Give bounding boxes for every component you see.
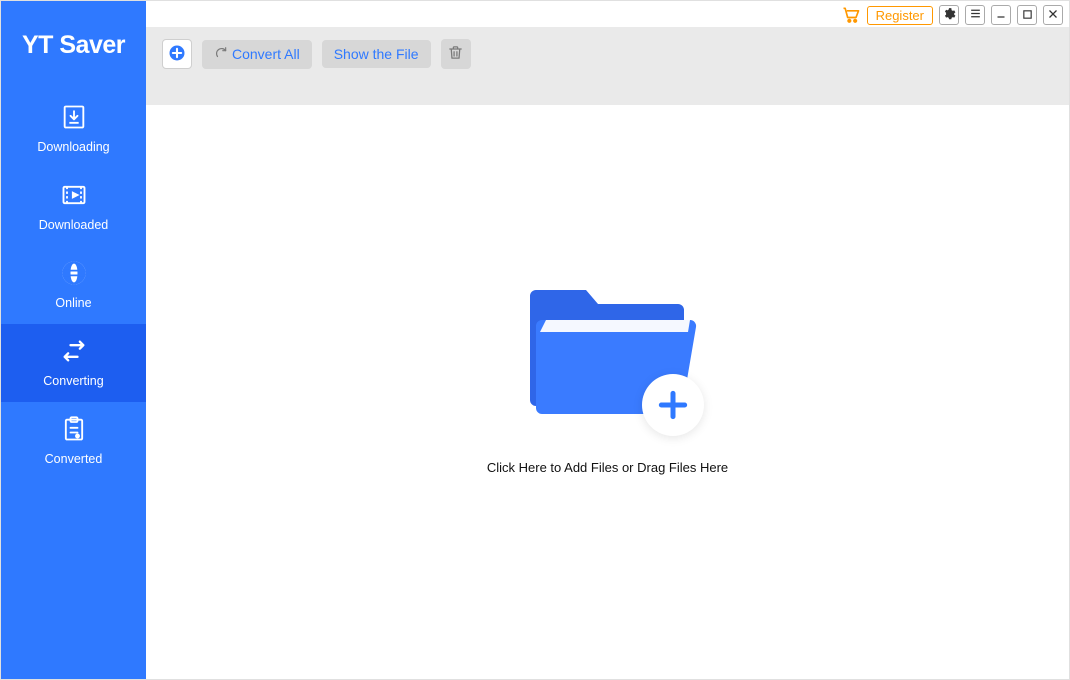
minimize-button[interactable] [991,5,1011,25]
close-button[interactable] [1043,5,1063,25]
show-file-button[interactable]: Show the File [322,40,431,68]
plus-icon [642,374,704,436]
sidebar-item-online[interactable]: Online [1,246,146,324]
settings-button[interactable] [939,5,959,25]
toolbar: Convert All Show the File [146,27,1069,105]
register-button[interactable]: Register [867,6,933,25]
sidebar-item-converted[interactable]: Converted [1,402,146,480]
clipboard-icon [59,414,89,444]
sidebar-item-label: Downloaded [39,218,109,232]
sidebar-item-converting[interactable]: Converting [1,324,146,402]
sidebar-item-label: Converting [43,374,103,388]
menu-icon [969,7,982,23]
sidebar-item-label: Downloading [37,140,109,154]
titlebar: Register [146,1,1069,27]
drop-zone-inner: Click Here to Add Files or Drag Files He… [487,270,728,475]
show-file-label: Show the File [334,46,419,62]
sidebar-item-label: Converted [45,452,103,466]
plus-circle-icon [167,43,187,66]
minimize-icon [995,8,1007,23]
drop-text: Click Here to Add Files or Drag Files He… [487,460,728,475]
video-icon [59,180,89,210]
globe-icon [59,258,89,288]
sidebar-item-downloaded[interactable]: Downloaded [1,168,146,246]
refresh-icon [214,46,228,63]
trash-button[interactable] [441,39,471,69]
folder-add-icon [518,270,698,430]
gear-icon [942,7,956,24]
cart-icon[interactable] [841,5,861,25]
sidebar-item-label: Online [55,296,91,310]
sidebar-items: Downloading Downloaded Online [1,90,146,480]
convert-all-button[interactable]: Convert All [202,40,312,69]
drop-zone[interactable]: Click Here to Add Files or Drag Files He… [146,105,1069,679]
menu-button[interactable] [965,5,985,25]
convert-all-label: Convert All [232,46,300,62]
trash-icon [447,44,464,64]
maximize-button[interactable] [1017,5,1037,25]
sidebar-item-downloading[interactable]: Downloading [1,90,146,168]
convert-icon [59,336,89,366]
sidebar: YT Saver Downloading Downloaded [1,1,146,679]
download-icon [59,102,89,132]
app-title: YT Saver [1,1,146,90]
add-button[interactable] [162,39,192,69]
main: Register [146,1,1069,679]
maximize-icon [1022,8,1033,23]
close-icon [1047,8,1059,23]
